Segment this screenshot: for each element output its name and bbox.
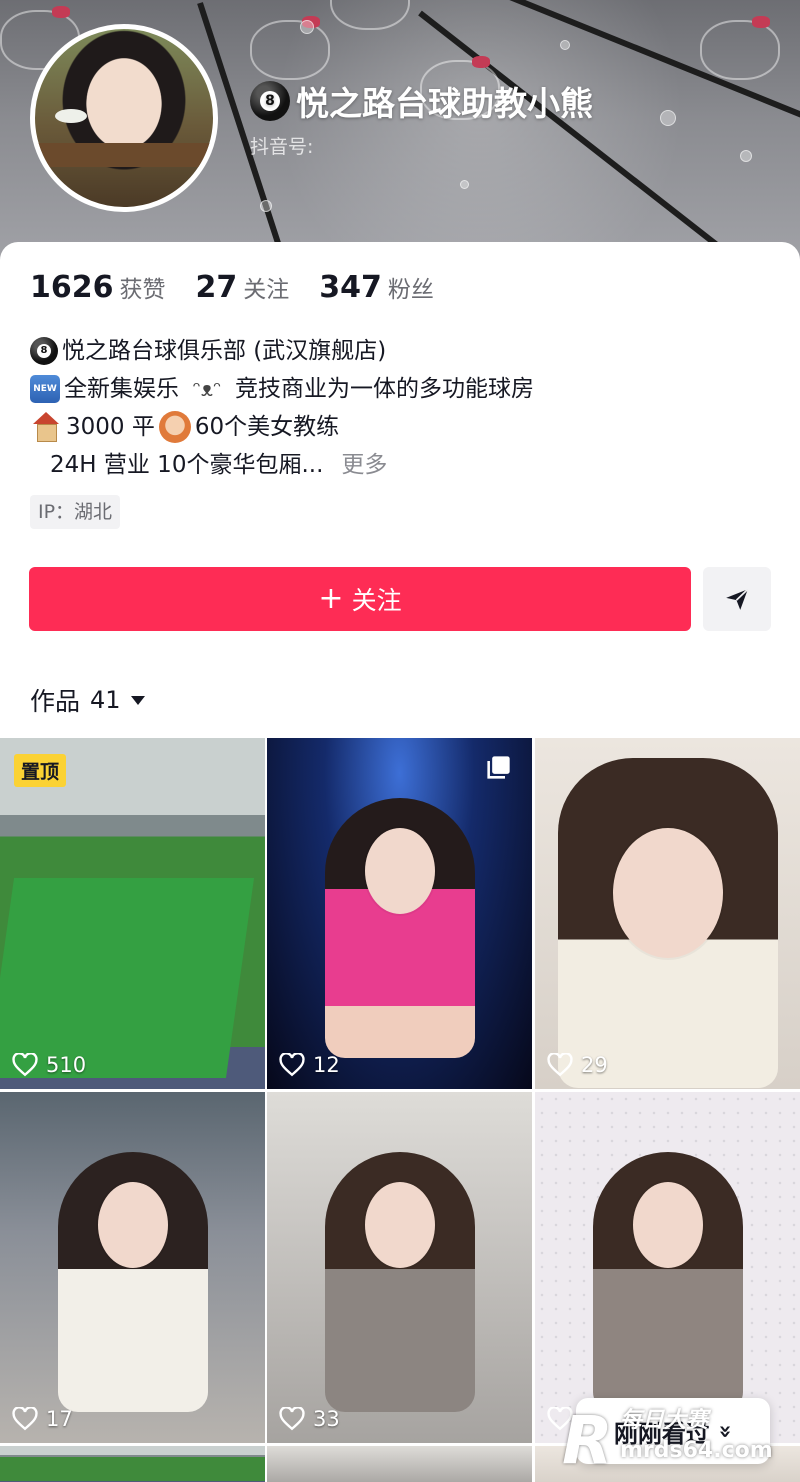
raindrop [560, 40, 570, 50]
plus-icon: + [318, 581, 344, 616]
raindrop [300, 20, 314, 34]
kitty-pattern [250, 16, 330, 80]
video-likes-count: 12 [313, 1053, 340, 1077]
profile-bio: 8 悦之路台球俱乐部 (武汉旗舰店) NEW 全新集娱乐 ᵔᴥᵔ 竞技商业为一体… [30, 332, 770, 484]
stat-likes-label: 获赞 [119, 277, 166, 303]
eight-ball-icon: 8 [30, 337, 58, 365]
profile-name-text: 悦之路台球助教小熊 [296, 84, 593, 123]
video-face [632, 1182, 703, 1268]
profile-card: 1626 获赞 27 关注 347 粉丝 8 悦之路台球俱乐部 (武汉旗舰店) … [0, 242, 800, 1482]
video-face [364, 828, 435, 914]
video-likes-count: 29 [581, 1053, 608, 1077]
stat-followers-value: 347 [319, 270, 382, 305]
raindrop [660, 110, 676, 126]
profile-name: 8 悦之路台球助教小熊 [250, 76, 593, 126]
stat-following-value: 27 [195, 270, 238, 305]
bio-text: 24H 营业 10个豪华包厢... [50, 452, 324, 478]
heart-icon [12, 1407, 38, 1431]
video-face [364, 1182, 435, 1268]
video-tile[interactable] [535, 1092, 800, 1443]
pool-table-image [0, 878, 255, 1078]
stat-followers-label: 粉丝 [387, 277, 434, 303]
avatar-cup [55, 109, 87, 123]
video-tile[interactable] [267, 1446, 532, 1482]
send-icon [726, 588, 749, 610]
stat-likes[interactable]: 1626 获赞 [30, 270, 166, 305]
video-likes: 33 [279, 1407, 340, 1431]
heart-icon [547, 1053, 573, 1077]
video-tile[interactable]: 17 [0, 1092, 265, 1443]
bio-line: 24H 营业 10个豪华包厢... 更多 [30, 446, 770, 484]
raindrop [460, 180, 469, 189]
video-tile[interactable]: 12 [267, 738, 532, 1089]
video-likes: 510 [12, 1053, 86, 1077]
recently-viewed-button[interactable]: 刚刚看过 » [576, 1398, 770, 1464]
video-tile[interactable]: 33 [267, 1092, 532, 1443]
profile-banner: 8 悦之路台球助教小熊 抖音号: [0, 0, 800, 270]
bio-text: 悦之路台球俱乐部 (武汉旗舰店) [62, 338, 387, 364]
follow-button[interactable]: + 关注 [29, 567, 691, 631]
video-face [97, 1182, 168, 1268]
profile-stats: 1626 获赞 27 关注 347 粉丝 [30, 270, 434, 305]
follow-label: 关注 [351, 586, 402, 615]
raindrop [740, 150, 752, 162]
heart-icon [279, 1407, 305, 1431]
heart-icon [12, 1053, 38, 1077]
stat-likes-value: 1626 [30, 270, 114, 305]
caret-down-icon [130, 695, 145, 705]
video-tile[interactable]: 29 [535, 738, 800, 1089]
multi-image-icon [487, 756, 510, 779]
cute-face-icon: ᵔᴥᵔ [192, 377, 222, 401]
stat-following[interactable]: 27 关注 [196, 270, 290, 305]
pinned-badge: 置顶 [14, 754, 67, 787]
recently-viewed-label: 刚刚看过 [613, 1419, 710, 1448]
bio-line: 8 悦之路台球俱乐部 (武汉旗舰店) [30, 332, 770, 370]
douyin-id: 抖音号: [250, 136, 314, 158]
bio-line: 3000 平 60个美女教练 [30, 408, 770, 446]
avatar-table [35, 143, 213, 167]
heart-icon [279, 1053, 305, 1077]
video-tile[interactable]: 置顶 510 [0, 738, 265, 1089]
tab-works-count: 41 [90, 686, 121, 714]
new-badge-icon: NEW [30, 375, 60, 403]
video-likes: 12 [279, 1053, 340, 1077]
video-likes: 17 [12, 1407, 73, 1431]
bio-more-link[interactable]: 更多 [341, 446, 387, 484]
video-face [612, 828, 723, 958]
video-likes-count: 510 [46, 1053, 87, 1077]
bio-text: 3000 平 [66, 414, 155, 440]
woman-icon [158, 411, 191, 443]
message-button[interactable] [703, 567, 771, 631]
bio-text: 全新集娱乐 [64, 376, 179, 402]
bio-text: 竞技商业为一体的多功能球房 [235, 376, 534, 402]
raindrop [260, 200, 272, 212]
kitty-pattern [700, 16, 780, 80]
tab-works[interactable]: 作品 41 [30, 682, 145, 718]
ip-location-tag: IP：湖北 [30, 495, 121, 529]
avatar[interactable] [30, 24, 218, 212]
stat-following-label: 关注 [243, 277, 290, 303]
bio-text: 60个美女教练 [194, 414, 340, 440]
video-likes: 29 [547, 1053, 608, 1077]
stat-followers[interactable]: 347 粉丝 [319, 270, 434, 305]
double-chevron-down-icon: » [712, 1423, 738, 1439]
eight-ball-icon: 8 [250, 81, 290, 121]
kitty-pattern [330, 0, 410, 30]
tab-works-label: 作品 [30, 687, 81, 716]
house-icon [30, 412, 62, 442]
video-likes-count: 33 [313, 1407, 340, 1431]
bio-line: NEW 全新集娱乐 ᵔᴥᵔ 竞技商业为一体的多功能球房 [30, 370, 770, 408]
video-tile[interactable] [0, 1446, 265, 1482]
video-likes-count: 17 [46, 1407, 73, 1431]
heart-icon [547, 1407, 573, 1431]
